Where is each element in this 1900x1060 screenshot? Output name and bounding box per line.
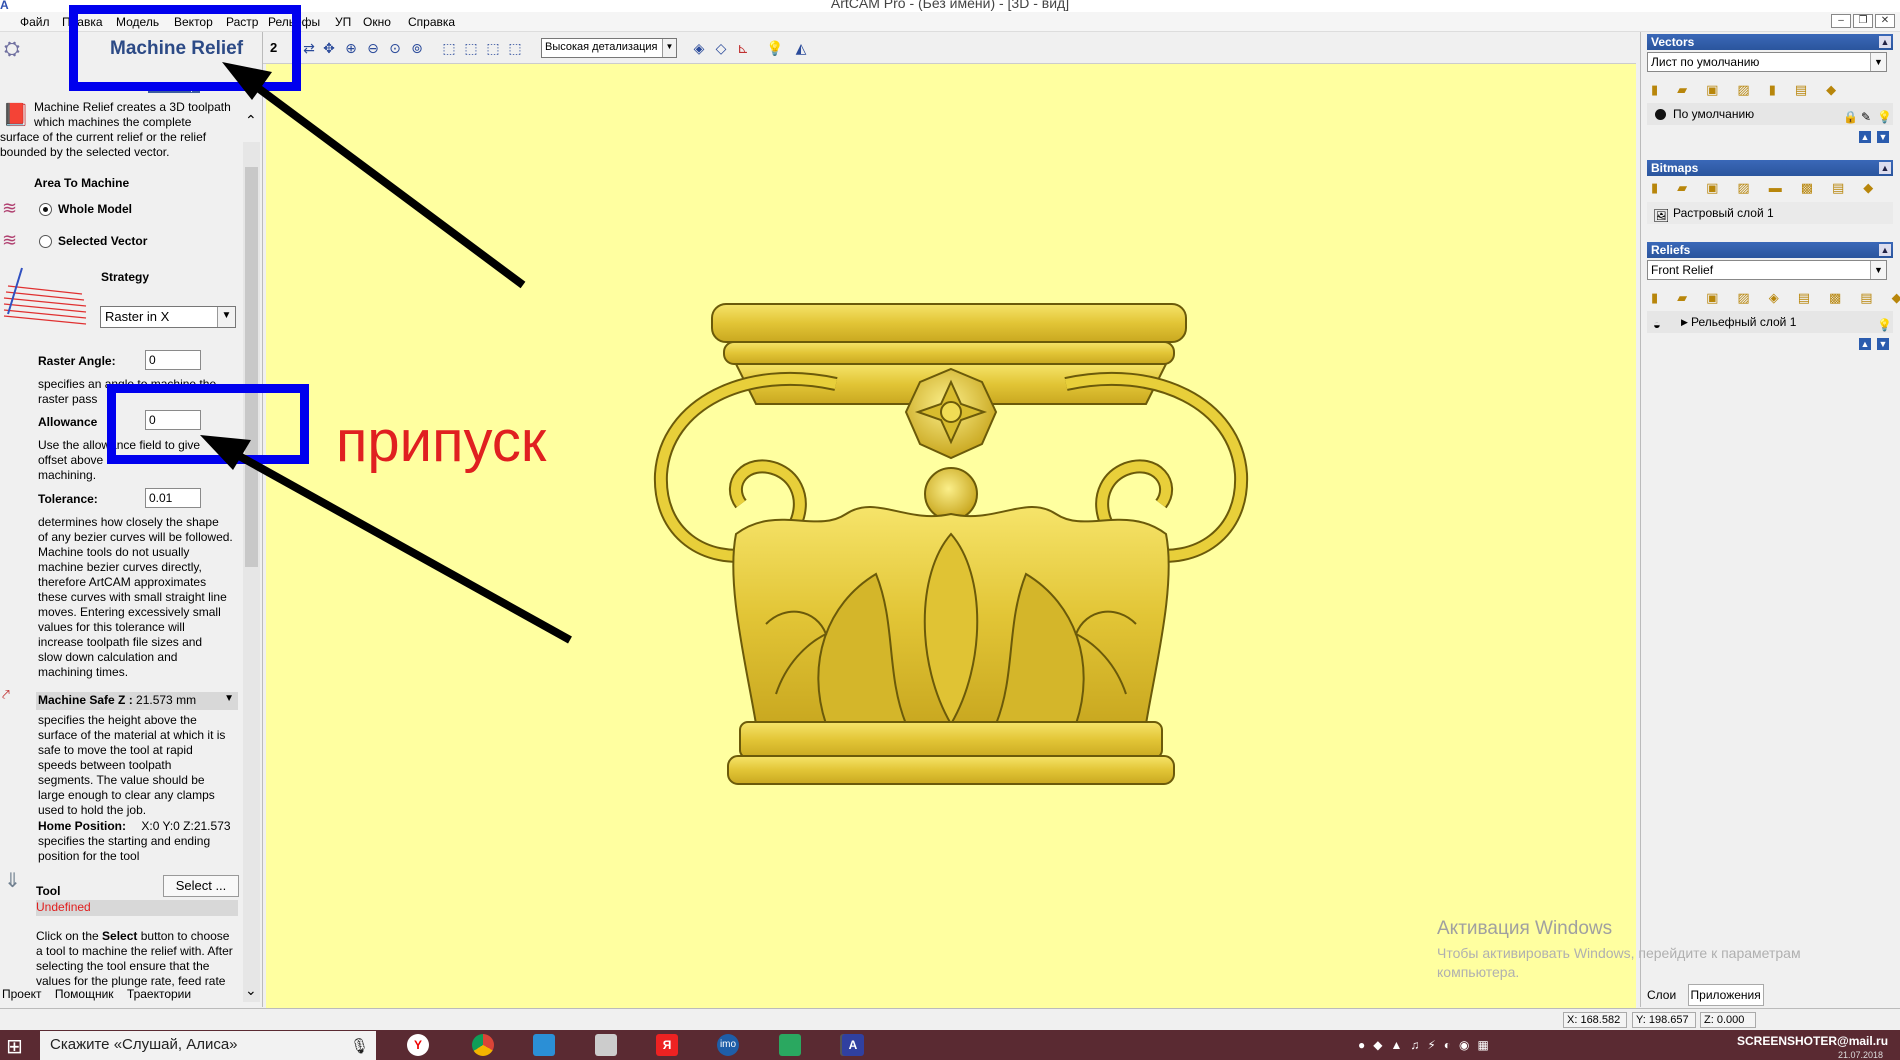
arrow-head-bottom xyxy=(200,435,251,470)
annotation-arrows xyxy=(200,62,572,644)
allowance-annotation-label: припуск xyxy=(336,409,547,474)
